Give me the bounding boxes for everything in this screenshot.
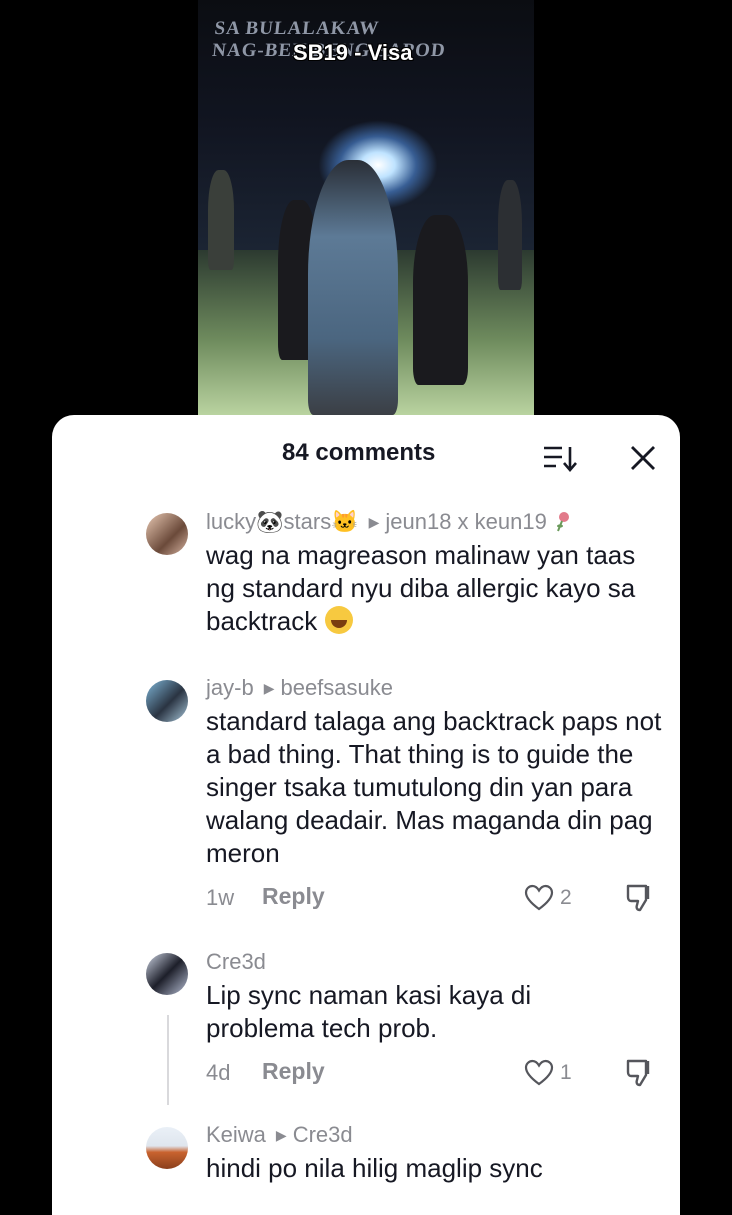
comment-time: 4d: [206, 1060, 231, 1085]
comment-text: wag na magreason malinaw yan taas ng sta…: [206, 540, 636, 636]
dancer: [208, 170, 234, 270]
dislike-icon[interactable]: [624, 1057, 656, 1089]
heart-icon[interactable]: [524, 884, 554, 912]
comment-author[interactable]: Cre3d: [206, 949, 266, 975]
reply-button[interactable]: Reply: [262, 883, 325, 910]
singer: [308, 160, 398, 415]
comment-count: 84 comments: [282, 439, 436, 466]
close-icon[interactable]: [628, 443, 658, 473]
comment-author[interactable]: lucky🐼stars🐱 ▶ jeun18 x keun19: [206, 509, 573, 535]
like-count: 2: [560, 886, 572, 909]
comment-text: hindi po nila hilig maglip sync: [206, 1153, 543, 1183]
heart-icon[interactable]: [524, 1059, 554, 1087]
video-player[interactable]: SA BULALAKAW NAG-BEN BENG SAPOD SB19 - V…: [198, 0, 534, 415]
reply-arrow-icon: ▶: [263, 680, 275, 696]
comment-time: 1w: [206, 885, 235, 910]
comments-sheet: 84 comments lucky🐼stars🐱 ▶ jeun18 x keun19…: [52, 415, 680, 1215]
sort-icon[interactable]: [542, 443, 578, 473]
reply-button[interactable]: Reply: [262, 1058, 325, 1085]
avatar[interactable]: [146, 680, 188, 722]
dancer: [413, 215, 468, 385]
reply-arrow-icon: ▶: [275, 1127, 287, 1143]
comment-author[interactable]: jay-b ▶ beefsasuke: [206, 675, 393, 701]
reply-to-user: beefsasuke: [280, 675, 393, 700]
rose-icon: [556, 512, 569, 532]
avatar[interactable]: [146, 1127, 188, 1169]
comment-text: Lip sync naman kasi kaya di problema tec…: [206, 980, 532, 1043]
dislike-icon[interactable]: [624, 882, 656, 914]
like-count: 1: [560, 1061, 572, 1084]
comment-text: standard talaga ang backtrack paps not a…: [206, 706, 662, 868]
avatar[interactable]: [146, 953, 188, 995]
thread-line: [167, 1015, 169, 1105]
avatar[interactable]: [146, 513, 188, 555]
video-caption: SB19 - Visa: [293, 40, 413, 65]
dancer: [498, 180, 522, 290]
reply-to-user: jeun18 x keun19: [385, 509, 547, 534]
joy-emoji: [324, 606, 353, 634]
comments-header: 84 comments: [52, 415, 680, 495]
reply-to-user: Cre3d: [292, 1122, 353, 1147]
comment-author[interactable]: Keiwa ▶ Cre3d: [206, 1122, 353, 1148]
reply-arrow-icon: ▶: [368, 514, 380, 530]
